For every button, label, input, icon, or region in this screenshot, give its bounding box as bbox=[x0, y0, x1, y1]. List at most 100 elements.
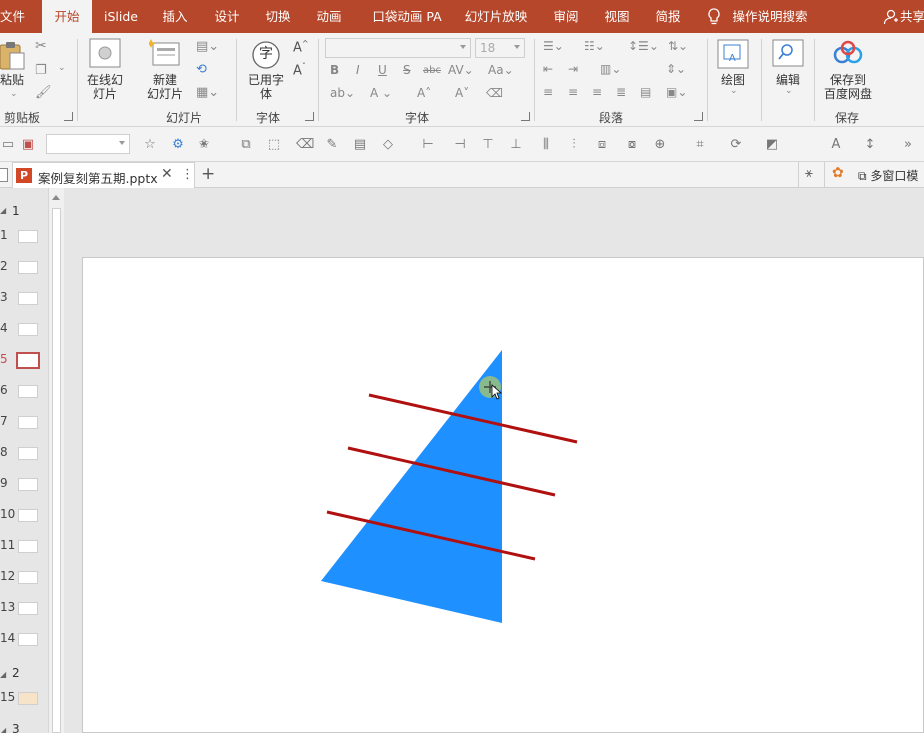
tab-view[interactable]: 视图 bbox=[597, 0, 637, 33]
justify-icon[interactable]: ≣ bbox=[616, 85, 626, 99]
online-slides-label[interactable]: 在线幻 灯片 bbox=[82, 73, 128, 101]
editing-label[interactable]: 编辑 bbox=[767, 73, 809, 87]
section-1-label[interactable]: 1 bbox=[12, 204, 20, 218]
clipboard-launcher-icon[interactable] bbox=[64, 112, 73, 121]
paste-icon[interactable] bbox=[0, 41, 26, 71]
tab-review[interactable]: 审阅 bbox=[546, 0, 586, 33]
settings-gear-icon[interactable]: ✿ bbox=[824, 162, 852, 188]
tab-home[interactable]: 开始 bbox=[42, 0, 92, 33]
star-dropdown-icon[interactable]: ✬ bbox=[196, 137, 212, 153]
scroll-thumb[interactable] bbox=[52, 208, 61, 733]
tab-islide[interactable]: iSlide bbox=[100, 0, 142, 33]
new-tab-icon[interactable]: + bbox=[201, 164, 215, 184]
align-top-tool-icon[interactable]: ⊤ bbox=[480, 137, 496, 153]
new-slide-label[interactable]: 新建 幻灯片 bbox=[138, 73, 192, 101]
decrease-font-icon[interactable]: Aˇ bbox=[293, 62, 306, 78]
slide-thumbnail-4[interactable] bbox=[18, 323, 38, 336]
slide-thumbnail-14[interactable] bbox=[18, 633, 38, 646]
tab-insert[interactable]: 插入 bbox=[155, 0, 195, 33]
star-icon[interactable]: ☆ bbox=[142, 137, 158, 153]
slide-thumbnail-2[interactable] bbox=[18, 261, 38, 274]
font-color-icon[interactable]: A ⌄ bbox=[370, 86, 392, 100]
baidu-netdisk-icon[interactable] bbox=[833, 40, 863, 66]
slide-canvas[interactable] bbox=[82, 257, 924, 733]
font-size-increase-icon[interactable]: A˄ bbox=[417, 86, 431, 100]
size-tool-icon[interactable]: ⧇ bbox=[624, 137, 640, 153]
pin-icon[interactable]: ⚹ bbox=[798, 162, 824, 188]
font-size-decrease-icon[interactable]: A˅ bbox=[455, 86, 469, 100]
new-slide-icon[interactable] bbox=[149, 39, 181, 67]
editing-dropdown-icon[interactable]: ⌄ bbox=[785, 86, 793, 96]
fontgroup-launcher-icon[interactable] bbox=[305, 112, 314, 121]
align-left-tool-icon[interactable]: ⊢ bbox=[420, 137, 436, 153]
slide-thumbnail-12[interactable] bbox=[18, 571, 38, 584]
section-icon[interactable]: ▦⌄ bbox=[196, 85, 219, 100]
layout-icon[interactable]: ▤⌄ bbox=[196, 39, 219, 54]
align-bottom-tool-icon[interactable]: ⊥ bbox=[508, 137, 524, 153]
tab-slideshow[interactable]: 幻灯片放映 bbox=[460, 0, 532, 33]
toolbar-icon-erase[interactable]: ⌫ bbox=[296, 137, 314, 153]
crop-tool-icon[interactable]: ⌗ bbox=[692, 137, 708, 153]
toolbar-icon-textbox[interactable]: ▤ bbox=[352, 137, 368, 153]
increase-indent-icon[interactable]: ⇥ bbox=[568, 62, 578, 76]
align-right-icon[interactable]: ≡ bbox=[592, 85, 602, 99]
toolbar-combo[interactable] bbox=[46, 134, 130, 154]
bold-icon[interactable]: B bbox=[330, 63, 339, 77]
tab-design[interactable]: 设计 bbox=[207, 0, 247, 33]
spacing-tool-icon[interactable]: ↕ bbox=[862, 137, 878, 153]
slide-thumbnail-6[interactable] bbox=[18, 385, 38, 398]
slide-thumbnail-8[interactable] bbox=[18, 447, 38, 460]
slide-thumbnail-10[interactable] bbox=[18, 509, 38, 522]
close-tab-icon[interactable]: ✕ bbox=[161, 166, 173, 182]
clear-format-icon[interactable]: ⌫ bbox=[486, 86, 503, 100]
multi-window-button[interactable]: ⧉ 多窗口模 bbox=[858, 167, 918, 184]
copy-icon[interactable]: ❐ bbox=[35, 63, 47, 78]
thumbnail-scrollbar[interactable] bbox=[48, 188, 64, 733]
animation-icon[interactable]: ⚙ bbox=[170, 137, 186, 153]
blue-triangle-shape[interactable] bbox=[321, 350, 502, 623]
section-2-label[interactable]: 2 bbox=[12, 666, 20, 680]
drawing-dropdown-icon[interactable]: ⌄ bbox=[730, 86, 738, 96]
tab-file[interactable]: 文件 bbox=[0, 0, 25, 33]
strikethrough-icon[interactable]: abc bbox=[423, 65, 441, 76]
section-collapse-icon[interactable]: ◢ bbox=[0, 206, 6, 215]
copy-dropdown-icon[interactable]: ⌄ bbox=[58, 63, 66, 73]
columns-icon[interactable]: ▥⌄ bbox=[600, 62, 621, 76]
tab-pocket-animation[interactable]: 口袋动画 PA bbox=[365, 0, 449, 33]
distribute-v-tool-icon[interactable]: ⫶ bbox=[566, 137, 582, 153]
section-collapse-icon[interactable]: ◢ bbox=[0, 726, 6, 733]
bullets-icon[interactable]: ☰⌄ bbox=[543, 39, 564, 53]
char-spacing-icon[interactable]: AV⌄ bbox=[448, 63, 474, 77]
tab-briefing[interactable]: 简报 bbox=[648, 0, 688, 33]
text-direction-icon[interactable]: ⇅⌄ bbox=[668, 39, 688, 53]
scroll-up-icon[interactable] bbox=[52, 195, 60, 200]
align-center-icon[interactable]: ≡ bbox=[568, 85, 578, 99]
cut-icon[interactable]: ✂ bbox=[35, 38, 47, 54]
save-to-netdisk-label[interactable]: 保存到 百度网盘 bbox=[820, 73, 876, 101]
font-size-combo[interactable]: 18 bbox=[475, 38, 525, 58]
slide-thumbnail-11[interactable] bbox=[18, 540, 38, 553]
slide-thumbnail-5-selected[interactable] bbox=[16, 352, 40, 369]
numbering-icon[interactable]: ☷⌄ bbox=[584, 39, 605, 53]
tab-menu-icon[interactable]: ⋮ bbox=[181, 167, 194, 182]
toolbar-icon-brush[interactable]: ✎ bbox=[324, 137, 340, 153]
more-tool-icon[interactable]: » bbox=[900, 137, 916, 153]
slide-thumbnail-3[interactable] bbox=[18, 292, 38, 305]
slide-thumbnail-9[interactable] bbox=[18, 478, 38, 491]
underline-icon[interactable]: U bbox=[378, 63, 387, 77]
shadow-icon[interactable]: S bbox=[403, 63, 411, 77]
paste-label[interactable]: 粘贴 bbox=[0, 73, 26, 87]
paragraph-launcher-icon[interactable] bbox=[694, 112, 703, 121]
search-icon[interactable] bbox=[772, 39, 804, 67]
tab-animations[interactable]: 动画 bbox=[309, 0, 349, 33]
document-tab[interactable]: P 案例复刻第五期.pptx ✕ ⋮ bbox=[12, 162, 195, 188]
change-case-icon[interactable]: Aa⌄ bbox=[488, 63, 514, 77]
share-button[interactable]: 共享 bbox=[900, 0, 924, 33]
slide-thumbnail-7[interactable] bbox=[18, 416, 38, 429]
file-icon[interactable] bbox=[0, 168, 8, 182]
increase-font-icon[interactable]: A^ bbox=[293, 39, 309, 55]
align-center-tool-icon[interactable]: ⊣ bbox=[452, 137, 468, 153]
rotate-tool-icon[interactable]: ⟳ bbox=[728, 137, 744, 153]
decrease-indent-icon[interactable]: ⇤ bbox=[543, 62, 553, 76]
tell-me-search[interactable]: 操作说明搜索 bbox=[730, 0, 810, 33]
